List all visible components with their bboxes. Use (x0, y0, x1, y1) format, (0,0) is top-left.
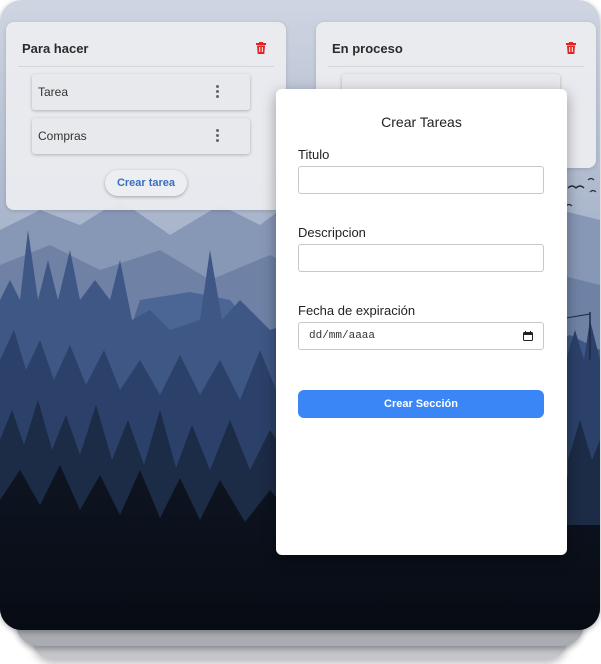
column-title: Para hacer (22, 41, 89, 56)
descripcion-label: Descripcion (298, 225, 366, 240)
titulo-label: Titulo (298, 147, 330, 162)
task-label: Tarea (38, 85, 69, 99)
task-card[interactable]: Tarea (32, 74, 250, 110)
descripcion-input[interactable] (298, 244, 544, 272)
crear-seccion-button[interactable]: Crear Sección (298, 390, 544, 418)
trash-icon[interactable] (566, 42, 576, 54)
modal-title: Crear Tareas (381, 114, 462, 130)
create-task-button[interactable]: Crear tarea (105, 170, 187, 196)
app-window: Para hacer Tarea Compras Crear tarea En … (0, 0, 600, 630)
task-label: Compras (38, 129, 87, 143)
date-placeholder: dd/mm/aaaa (309, 330, 376, 342)
column-para-hacer: Para hacer Tarea Compras Crear tarea (6, 22, 286, 210)
kebab-menu-icon[interactable] (216, 85, 220, 99)
fecha-expiracion-input[interactable]: dd/mm/aaaa (298, 322, 544, 350)
kebab-menu-icon[interactable] (216, 129, 220, 143)
column-title: En proceso (332, 41, 403, 56)
fecha-label: Fecha de expiración (298, 303, 416, 318)
create-task-modal: Crear Tareas Titulo Descripcion Fecha de… (276, 89, 567, 555)
titulo-input[interactable] (298, 166, 544, 194)
task-card[interactable]: Compras (32, 118, 250, 154)
trash-icon[interactable] (256, 42, 266, 54)
calendar-icon[interactable] (523, 331, 533, 341)
